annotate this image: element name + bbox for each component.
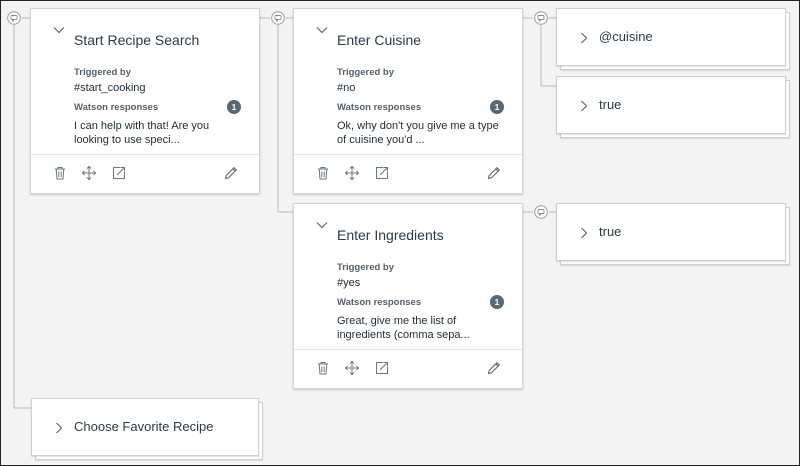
card-divider (294, 349, 522, 350)
move-icon[interactable] (81, 165, 97, 181)
chevron-down-icon[interactable] (316, 221, 328, 229)
chevron-right-icon[interactable] (580, 32, 588, 44)
trigger-condition: #no (337, 82, 356, 94)
node-collapsed-cuisine-true[interactable]: true (556, 76, 790, 138)
node-sheet (556, 76, 786, 134)
chevron-right-icon[interactable] (580, 100, 588, 112)
trigger-condition: #start_cooking (74, 82, 146, 94)
triggered-by-label: Triggered by (337, 262, 395, 273)
response-count-badge: 1 (490, 100, 504, 114)
trash-icon[interactable] (52, 165, 68, 181)
jump-to-icon[interactable] (374, 360, 390, 376)
speech-bubble-icon[interactable] (534, 205, 548, 219)
card-divider (294, 154, 522, 155)
jump-to-icon[interactable] (111, 165, 127, 181)
chevron-right-icon[interactable] (580, 227, 588, 239)
node-title[interactable]: @cuisine (599, 29, 653, 44)
response-preview: I can help with that! Are you looking to… (74, 120, 210, 146)
response-count-badge: 1 (490, 295, 504, 309)
speech-bubble-icon[interactable] (7, 11, 21, 25)
node-sheet (556, 8, 786, 66)
chevron-down-icon[interactable] (316, 26, 328, 34)
trash-icon[interactable] (315, 360, 331, 376)
node-sheet (556, 203, 786, 261)
node-title[interactable]: true (599, 97, 621, 112)
trigger-condition: #yes (337, 277, 361, 289)
card-divider (31, 154, 259, 155)
watson-responses-label: Watson responses (337, 102, 422, 113)
response-preview: Ok, why don't you give me a type of cuis… (337, 120, 499, 146)
watson-responses-label: Watson responses (74, 102, 159, 113)
node-collapsed-at-cuisine[interactable]: @cuisine (556, 8, 790, 70)
pencil-icon[interactable] (486, 165, 502, 181)
triggered-by-label: Triggered by (337, 67, 395, 78)
trash-icon[interactable] (315, 165, 331, 181)
node-title[interactable]: Enter Ingredients (337, 227, 444, 243)
node-collapsed-choose-favorite-recipe[interactable]: Choose Favorite Recipe (31, 398, 263, 460)
chevron-right-icon[interactable] (55, 422, 63, 434)
pencil-icon[interactable] (486, 360, 502, 376)
response-preview: Great, give me the list of ingredients (… (337, 315, 470, 341)
speech-bubble-icon[interactable] (534, 11, 548, 25)
node-card-start-recipe-search[interactable]: Start Recipe Search Triggered by #start_… (30, 8, 260, 194)
jump-to-icon[interactable] (374, 165, 390, 181)
move-icon[interactable] (344, 165, 360, 181)
watson-responses-label: Watson responses (337, 297, 422, 308)
response-count-badge: 1 (227, 100, 241, 114)
node-card-enter-ingredients[interactable]: Enter Ingredients Triggered by #yes Wats… (293, 203, 523, 389)
node-collapsed-ingredients-true[interactable]: true (556, 203, 790, 265)
node-title[interactable]: Enter Cuisine (337, 32, 421, 48)
node-card-enter-cuisine[interactable]: Enter Cuisine Triggered by #no Watson re… (293, 8, 523, 194)
node-title[interactable]: Choose Favorite Recipe (74, 419, 213, 434)
triggered-by-label: Triggered by (74, 67, 132, 78)
node-title[interactable]: true (599, 224, 621, 239)
pencil-icon[interactable] (223, 165, 239, 181)
move-icon[interactable] (344, 360, 360, 376)
node-title[interactable]: Start Recipe Search (74, 32, 199, 48)
speech-bubble-icon[interactable] (271, 11, 285, 25)
chevron-down-icon[interactable] (53, 26, 65, 34)
